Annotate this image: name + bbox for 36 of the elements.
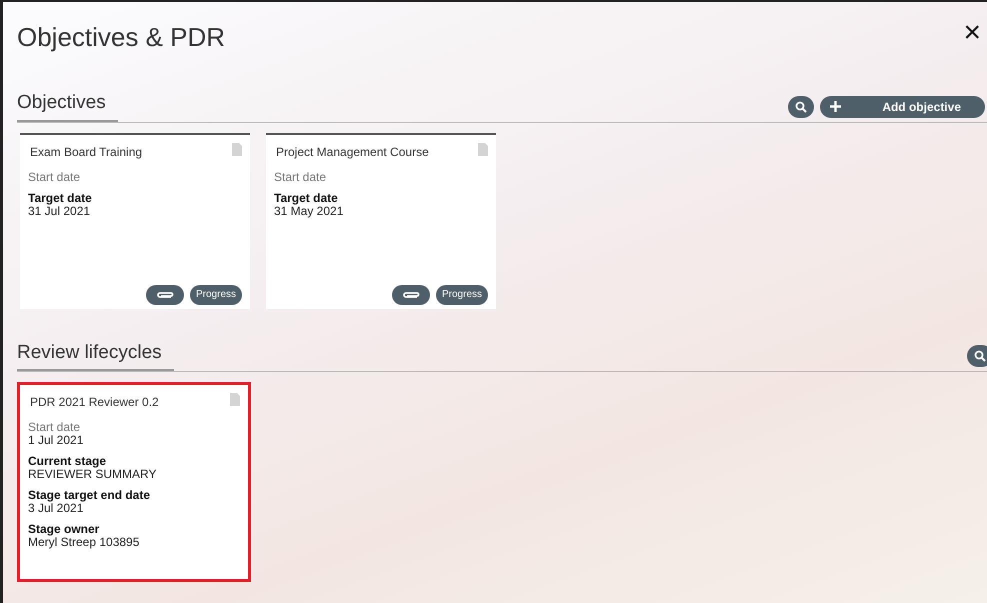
field-label: Stage owner xyxy=(28,523,100,536)
progress-button[interactable]: Progress xyxy=(436,284,488,304)
field-value: 1 Jul 2021 xyxy=(28,434,84,447)
field-label: Start date xyxy=(274,170,328,184)
field-value: 31 May 2021 xyxy=(274,204,344,218)
document-icon xyxy=(232,142,242,156)
document-icon xyxy=(230,393,240,406)
add-objective-button[interactable]: Add objective xyxy=(820,96,985,118)
field-value: 3 Jul 2021 xyxy=(28,502,84,515)
close-button[interactable]: × xyxy=(963,18,981,48)
paperclip-icon xyxy=(402,290,420,300)
search-button[interactable] xyxy=(788,96,814,118)
field-label: Start date xyxy=(28,170,82,184)
field-label: Target date xyxy=(274,192,339,204)
search-button[interactable] xyxy=(967,345,987,367)
field-value: 31 Jul 2021 xyxy=(28,204,92,218)
window-title: Objectives & PDR xyxy=(17,21,226,54)
section-heading: Objectives xyxy=(17,89,118,122)
document-icon xyxy=(478,142,488,156)
field-value: REVIEWER SUMMARY xyxy=(28,468,158,481)
field-label: Target date xyxy=(28,192,93,204)
search-icon xyxy=(795,100,807,112)
search-icon xyxy=(974,350,986,362)
field-label: Current stage xyxy=(28,455,108,468)
attach-button[interactable] xyxy=(146,284,184,304)
card-title: PDR 2021 Reviewer 0.2 xyxy=(30,394,159,411)
card-title: Project Management Course xyxy=(276,144,429,160)
field-label: Stage target end date xyxy=(28,489,152,502)
attach-button[interactable] xyxy=(392,284,430,304)
section-heading: Review lifecycles xyxy=(17,338,174,371)
progress-button[interactable]: Progress xyxy=(190,284,242,304)
plus-icon xyxy=(830,101,841,112)
card-title: Exam Board Training xyxy=(30,144,142,160)
paperclip-icon xyxy=(156,290,174,300)
field-value: Meryl Streep 103895 xyxy=(28,536,140,549)
field-label: Start date xyxy=(28,421,82,434)
